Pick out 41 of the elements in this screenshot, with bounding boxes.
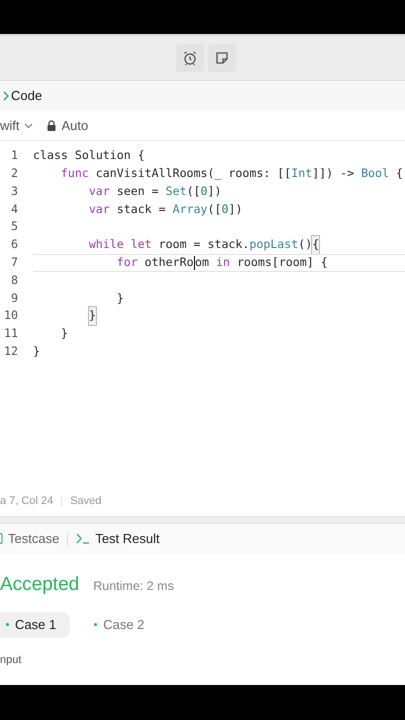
code-line: while let room = stack.popLast(){ bbox=[33, 236, 405, 254]
save-status: Saved bbox=[70, 494, 102, 509]
case-tab[interactable]: Case 1 bbox=[0, 612, 70, 638]
cursor-position: a 7, Col 24 bbox=[0, 494, 54, 509]
code-line: for otherRo om in rooms[room] { bbox=[33, 254, 405, 272]
chevron-down-icon bbox=[24, 122, 32, 128]
code-line: } bbox=[116, 290, 125, 307]
line-number: 3 bbox=[10, 182, 18, 200]
panel-title: Code bbox=[11, 87, 42, 106]
terminal-icon bbox=[76, 533, 90, 544]
line-number: 7 bbox=[10, 254, 18, 271]
code-line: } bbox=[33, 342, 41, 360]
line-number: 12 bbox=[3, 342, 18, 360]
line-number: 4 bbox=[10, 200, 18, 218]
line-number: 10 bbox=[3, 307, 18, 324]
timer-button[interactable] bbox=[176, 44, 204, 72]
runtime-text: Runtime: 2 ms bbox=[93, 578, 174, 595]
line-number: 8 bbox=[10, 272, 18, 289]
case-tab[interactable]: Case 2 bbox=[80, 612, 158, 638]
panel-tab[interactable]: Testcase bbox=[0, 528, 60, 548]
code-line: var stack = Array([0]) bbox=[88, 200, 244, 218]
code-line: class Solution { bbox=[33, 147, 146, 164]
code-line: func canVisitAllRooms(_ rooms: [[Int]]) -> Bool { bbox=[60, 165, 404, 182]
code-line: } bbox=[60, 325, 69, 342]
verdict-text: Accepted bbox=[0, 573, 80, 597]
line-number: 6 bbox=[10, 236, 18, 254]
line-number: 5 bbox=[10, 218, 18, 236]
note-icon bbox=[214, 50, 230, 66]
code-line: } bbox=[33, 307, 405, 325]
code-line: var seen = Set([0]) bbox=[88, 182, 222, 200]
line-number: 11 bbox=[3, 325, 18, 342]
notes-button[interactable] bbox=[208, 44, 236, 72]
line-number: 2 bbox=[10, 165, 18, 182]
line-number: 9 bbox=[10, 290, 18, 307]
lock-icon bbox=[46, 120, 56, 131]
line-number: 1 bbox=[10, 147, 18, 164]
language-dropdown[interactable]: wift bbox=[0, 116, 32, 136]
alarm-clock-icon bbox=[182, 50, 198, 66]
panel-tab[interactable]: Test Result bbox=[76, 528, 160, 548]
section-label: nput bbox=[0, 652, 22, 668]
mode-label: Auto bbox=[62, 116, 88, 135]
